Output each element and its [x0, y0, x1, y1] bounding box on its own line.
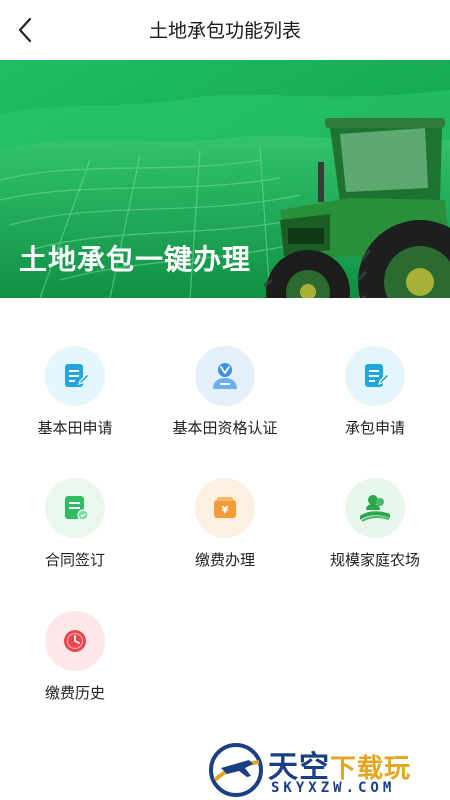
watermark-site: SKYXZW.COM	[271, 780, 396, 796]
item-label: 承包申请	[344, 419, 405, 437]
payment-icon: ¥	[195, 478, 255, 538]
edit-document-icon	[45, 346, 105, 406]
item-label: 基本田资格认证	[172, 419, 278, 437]
grid-item-family-farm[interactable]: 规模家庭农场	[300, 478, 450, 588]
banner-title: 土地承包一键办理	[19, 243, 252, 276]
top-bar: 土地承包功能列表	[0, 0, 450, 60]
grid-item-basic-field-apply[interactable]: 基本田申请	[0, 346, 150, 456]
grid-item-field-qualification[interactable]: 基本田资格认证	[150, 346, 300, 456]
item-label: 缴费历史	[44, 684, 105, 702]
site-watermark: 天空下载玩 SKYXZW.COM	[205, 740, 450, 800]
grid-item-contract-apply[interactable]: 承包申请	[300, 346, 450, 456]
contract-icon	[45, 478, 105, 538]
farm-icon	[345, 478, 405, 538]
grid-item-contract-sign[interactable]: 合同签订	[0, 478, 150, 588]
promo-banner[interactable]: 土地承包一键办理	[0, 60, 450, 298]
item-label: 缴费办理	[194, 551, 255, 569]
svg-text:¥: ¥	[222, 505, 229, 516]
airplane-globe-logo	[209, 743, 263, 797]
edit-document-icon	[345, 346, 405, 406]
item-label: 合同签订	[44, 551, 105, 569]
item-label: 规模家庭农场	[329, 551, 420, 569]
clock-history-icon	[45, 611, 105, 671]
item-label: 基本田申请	[37, 419, 113, 437]
grid-item-payment-history[interactable]: 缴费历史	[0, 611, 150, 721]
grid-item-payment[interactable]: ¥ 缴费办理	[150, 478, 300, 588]
page-title: 土地承包功能列表	[148, 20, 301, 42]
user-verify-icon	[195, 346, 255, 406]
